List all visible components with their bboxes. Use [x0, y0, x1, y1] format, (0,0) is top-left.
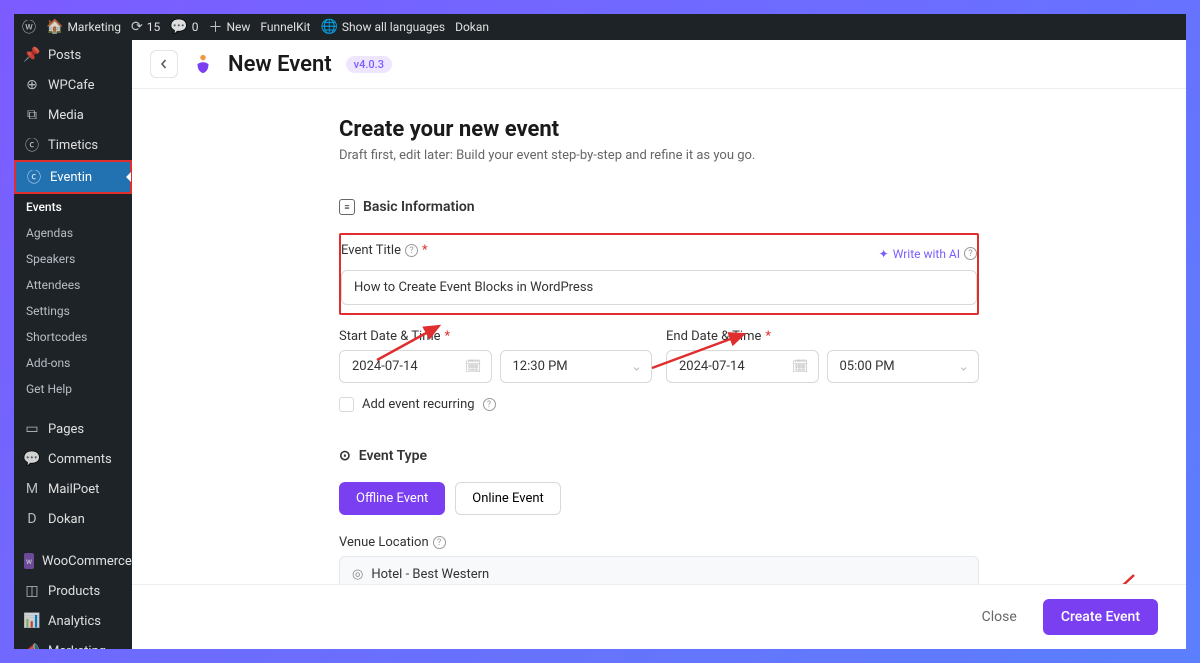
venue-location-label: Venue Location ?: [339, 535, 979, 550]
back-button[interactable]: [150, 50, 178, 78]
eventin-logo: [192, 53, 214, 75]
event-title-label: Event Title ? *: [341, 243, 428, 258]
form-subtitle: Draft first, edit later: Build your even…: [339, 148, 979, 163]
sidebar-sub-gethelp[interactable]: Get Help: [14, 376, 132, 402]
end-date-label: End Date & Time *: [666, 329, 979, 344]
page-title: New Event: [228, 52, 332, 77]
offline-event-button[interactable]: Offline Event: [339, 482, 445, 515]
dokan-icon: D: [24, 511, 40, 527]
online-event-button[interactable]: Online Event: [455, 482, 561, 515]
sidebar-item-woocommerce[interactable]: wWooCommerce: [14, 546, 132, 576]
section-event-type: ⊙ Event Type: [339, 448, 979, 464]
end-date-input[interactable]: [666, 350, 819, 383]
recurring-label: Add event recurring: [362, 397, 475, 412]
comments-link[interactable]: 💬0: [170, 19, 198, 35]
sidebar-item-mailpoet[interactable]: MMailPoet: [14, 474, 132, 504]
media-icon: ⧉: [24, 107, 40, 123]
sidebar-item-timetics[interactable]: ⓒTimetics: [14, 130, 132, 160]
mailpoet-icon: M: [24, 481, 40, 497]
form-heading: Create your new event: [339, 117, 979, 142]
list-icon: ≡: [339, 199, 355, 215]
timetics-icon: ⓒ: [24, 137, 40, 153]
sparkle-icon: ✦: [879, 247, 889, 261]
create-event-button[interactable]: Create Event: [1043, 599, 1158, 635]
start-date-label: Start Date & Time *: [339, 329, 652, 344]
help-icon[interactable]: ?: [405, 244, 418, 257]
languages-link[interactable]: 🌐Show all languages: [320, 19, 445, 35]
marketing-icon: 📣: [24, 643, 40, 649]
sidebar-item-media[interactable]: ⧉Media: [14, 100, 132, 130]
site-link[interactable]: 🏠Marketing: [46, 19, 121, 35]
dokan-link[interactable]: Dokan: [455, 20, 489, 34]
pages-icon: ▭: [24, 421, 40, 437]
comments-icon: 💬: [24, 451, 40, 467]
admin-sidebar: 📌Posts ⊕WPCafe ⧉Media ⓒTimetics ⓒEventin…: [14, 40, 132, 649]
close-button[interactable]: Close: [970, 601, 1029, 633]
sidebar-sub-speakers[interactable]: Speakers: [14, 246, 132, 272]
start-date-input[interactable]: [339, 350, 492, 383]
analytics-icon: 📊: [24, 613, 40, 629]
start-time-input[interactable]: [500, 350, 653, 383]
eventin-icon: ⓒ: [26, 169, 42, 185]
version-badge: v4.0.3: [346, 56, 392, 73]
page-header: New Event v4.0.3: [132, 40, 1186, 89]
sidebar-item-dokan[interactable]: DDokan: [14, 504, 132, 534]
sidebar-sub-addons[interactable]: Add-ons: [14, 350, 132, 376]
event-title-input[interactable]: [341, 270, 977, 305]
write-with-ai-link[interactable]: ✦ Write with AI ?: [879, 247, 977, 261]
sidebar-sub-settings[interactable]: Settings: [14, 298, 132, 324]
help-icon[interactable]: ?: [964, 247, 977, 260]
sidebar-sub-attendees[interactable]: Attendees: [14, 272, 132, 298]
location-icon: ◎: [352, 567, 363, 582]
woo-icon: w: [24, 553, 34, 569]
sidebar-item-marketing[interactable]: 📣Marketing: [14, 636, 132, 649]
recurring-checkbox[interactable]: [339, 397, 354, 412]
end-time-input[interactable]: [827, 350, 980, 383]
sidebar-sub-agendas[interactable]: Agendas: [14, 220, 132, 246]
pin-icon: ⊙: [339, 448, 351, 464]
sidebar-sub-shortcodes[interactable]: Shortcodes: [14, 324, 132, 350]
help-icon[interactable]: ?: [483, 398, 496, 411]
sidebar-item-products[interactable]: ◫Products: [14, 576, 132, 606]
wp-logo[interactable]: ⓦ: [22, 17, 36, 37]
pin-icon: 📌: [24, 47, 40, 63]
updates-link[interactable]: ⟳15: [131, 19, 160, 35]
new-link[interactable]: ＋New: [208, 17, 250, 37]
page-footer: Close Create Event: [132, 584, 1186, 649]
sidebar-sub-events[interactable]: Events: [14, 194, 132, 220]
sidebar-item-eventin[interactable]: ⓒEventin: [14, 160, 132, 194]
sidebar-item-analytics[interactable]: 📊Analytics: [14, 606, 132, 636]
wpcafe-icon: ⊕: [24, 77, 40, 93]
help-icon[interactable]: ?: [433, 536, 446, 549]
funnelkit-link[interactable]: FunnelKit: [260, 20, 310, 34]
section-basic-info: ≡ Basic Information: [339, 199, 979, 215]
sidebar-item-pages[interactable]: ▭Pages: [14, 414, 132, 444]
products-icon: ◫: [24, 583, 40, 599]
sidebar-item-wpcafe[interactable]: ⊕WPCafe: [14, 70, 132, 100]
sidebar-item-comments[interactable]: 💬Comments: [14, 444, 132, 474]
sidebar-item-posts[interactable]: 📌Posts: [14, 40, 132, 70]
admin-topbar: ⓦ 🏠Marketing ⟳15 💬0 ＋New FunnelKit 🌐Show…: [14, 14, 1186, 40]
